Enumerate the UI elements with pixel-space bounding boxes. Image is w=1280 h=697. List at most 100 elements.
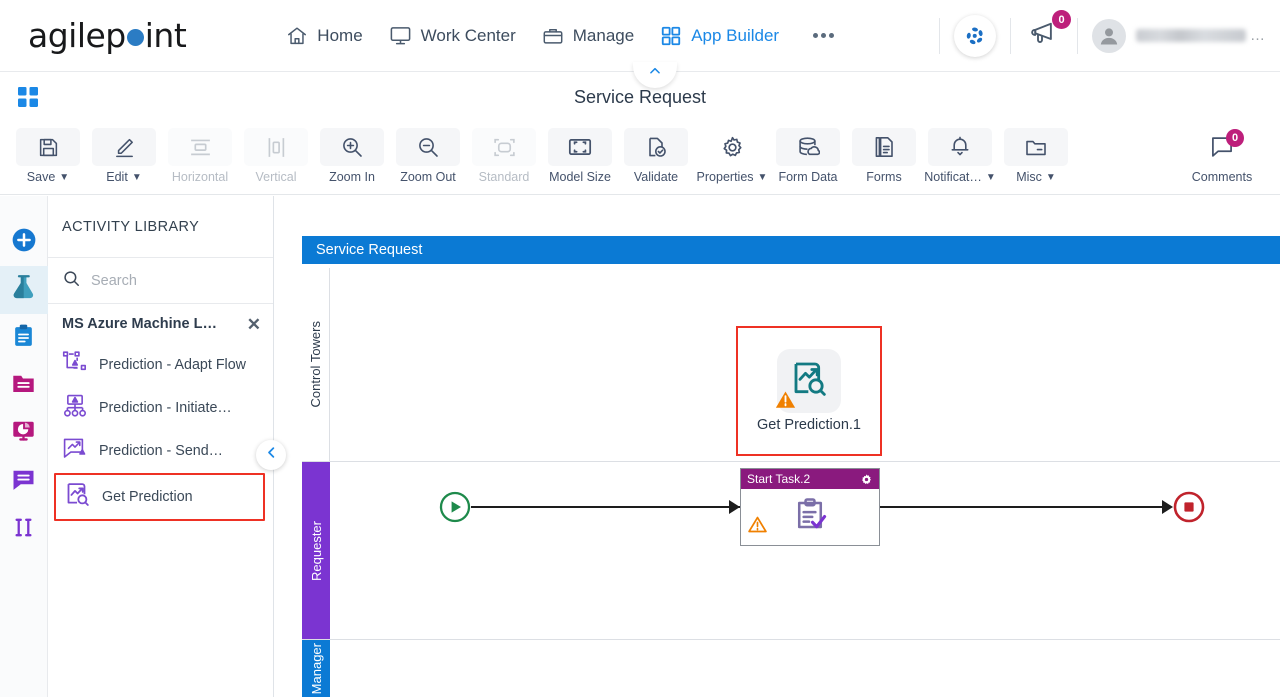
toolbar-label-horizontal: Horizontal	[171, 170, 229, 184]
chevron-up-icon	[646, 64, 664, 83]
toolbar-label-misc: Misc	[1016, 170, 1042, 184]
rail-comments-button[interactable]	[0, 458, 48, 506]
prediction-send-icon	[62, 436, 88, 467]
toolbar-label-standard: Standard	[478, 170, 530, 184]
toolbar-label-forms: Forms	[866, 170, 902, 184]
toolbar-label-validate: Validate	[633, 170, 679, 184]
activity-library-panel: ACTIVITY LIBRARY MS Azure Machine L… ✕	[48, 196, 274, 697]
process-canvas[interactable]: Service Request Control Towers Get Predi…	[274, 196, 1280, 697]
node-body	[741, 489, 879, 545]
logo-text: agilep int	[28, 16, 187, 55]
node-start-event[interactable]	[439, 491, 471, 523]
analytics-icon	[11, 419, 36, 449]
rail-columns-button[interactable]	[0, 506, 48, 554]
toolbar-vertical-button[interactable]: Vertical	[238, 128, 314, 184]
close-icon[interactable]: ✕	[247, 316, 261, 333]
toolbar-notifications-button[interactable]: Notificat… ▼	[922, 128, 998, 184]
nav-item-work-center[interactable]: Work Center	[389, 24, 516, 47]
swimlane-body[interactable]	[330, 640, 1280, 697]
node-end-event[interactable]	[1173, 491, 1205, 523]
model-size-icon	[548, 128, 612, 166]
get-prediction-icon	[64, 481, 91, 513]
search-input[interactable]	[91, 272, 241, 289]
toolbar-comments-button[interactable]: 0 Comments	[1174, 128, 1270, 184]
toolbar-edit-button[interactable]: Edit ▼	[86, 128, 162, 184]
toolbar-standard-button[interactable]: Standard	[466, 128, 542, 184]
panel-title: ACTIVITY LIBRARY	[48, 196, 273, 258]
warning-icon	[748, 515, 767, 539]
activity-label: Prediction - Adapt Flow	[99, 357, 247, 374]
arrowhead-icon	[729, 500, 740, 514]
divider	[1077, 17, 1078, 54]
comment-icon: 0	[1190, 128, 1254, 166]
chevron-down-icon: ▼	[131, 172, 142, 183]
toolbar-form-data-button[interactable]: Form Data	[770, 128, 846, 184]
logo-text-before: agilep	[28, 16, 126, 55]
rail-documents-button[interactable]	[0, 362, 48, 410]
standard-icon	[472, 128, 536, 166]
agilepoint-swirl-icon[interactable]	[954, 14, 996, 57]
search-row	[48, 258, 273, 304]
toolbar-label-properties: Properties	[696, 170, 754, 184]
database-icon	[776, 128, 840, 166]
rail-add-button[interactable]	[0, 218, 48, 266]
activity-item-prediction-adapt-flow[interactable]: Prediction - Adapt Flow	[48, 344, 273, 387]
task-form-icon	[791, 496, 829, 539]
nav-item-app-builder[interactable]: App Builder	[660, 25, 779, 47]
activity-item-prediction-initiate[interactable]: Prediction - Initiate…	[48, 387, 273, 430]
toolbar-forms-button[interactable]: Forms	[846, 128, 922, 184]
rail-activity-library-button[interactable]	[0, 266, 48, 314]
rail-tasks-button[interactable]	[0, 314, 48, 362]
chevron-down-icon: ▼	[59, 172, 70, 183]
nav-item-manage[interactable]: Manage	[542, 25, 634, 47]
node-header: Start Task.2	[741, 469, 879, 489]
comment-icon	[11, 467, 36, 497]
toolbar-misc-button[interactable]: Misc ▼	[998, 128, 1074, 184]
toolbar-save-button[interactable]: Save ▼	[10, 128, 86, 184]
announcement-count-badge: 0	[1052, 10, 1071, 29]
activity-label: Prediction - Initiate…	[99, 400, 232, 417]
toolbar-properties-button[interactable]: Properties ▼	[694, 128, 770, 184]
logo-text-after: int	[144, 16, 187, 55]
swimlane-manager: Manager	[302, 640, 1280, 697]
nav-item-home[interactable]: Home	[286, 25, 363, 47]
search-icon	[62, 269, 81, 293]
toolbar-zoom-out-button[interactable]: Zoom Out	[390, 128, 466, 184]
add-icon	[11, 227, 37, 258]
activity-group-name: MS Azure Machine L…	[62, 316, 217, 332]
swimlane-body[interactable]: Get Prediction.1	[330, 268, 1280, 461]
activity-item-get-prediction[interactable]: Get Prediction	[54, 473, 265, 521]
swimlane-label-manager: Manager	[302, 640, 330, 697]
dot-1-icon	[813, 33, 819, 38]
rail-analytics-button[interactable]	[0, 410, 48, 458]
agilepoint-logo[interactable]: agilep int	[28, 16, 187, 55]
avatar[interactable]	[1092, 18, 1126, 53]
gear-icon[interactable]	[860, 473, 873, 486]
panel-collapse-button[interactable]	[256, 440, 286, 470]
left-icon-rail	[0, 196, 48, 697]
swimlane-body[interactable]: Start Task.2	[330, 462, 1280, 639]
clipboard-icon	[11, 323, 36, 353]
user-name-label	[1136, 29, 1246, 42]
toolbar-label-form-data: Form Data	[778, 170, 838, 184]
announcements-button[interactable]: 0	[1025, 10, 1071, 57]
activity-item-prediction-send[interactable]: Prediction - Send…	[48, 430, 273, 473]
node-label-get-prediction-1: Get Prediction.1	[757, 417, 861, 433]
more-menu-button[interactable]	[813, 33, 835, 38]
arrowhead-icon	[1162, 500, 1173, 514]
toolbar-model-size-button[interactable]: Model Size	[542, 128, 618, 184]
toolbar-label-comments: Comments	[1191, 170, 1253, 184]
flask-icon	[10, 274, 37, 306]
toolbar-validate-button[interactable]: Validate	[618, 128, 694, 184]
toolbar-label-zoom-out: Zoom Out	[400, 170, 456, 184]
node-get-prediction-1[interactable]: Get Prediction.1	[736, 326, 882, 456]
divider	[939, 17, 940, 54]
node-start-task-2[interactable]: Start Task.2	[740, 468, 880, 546]
toolbar-zoom-in-button[interactable]: Zoom In	[314, 128, 390, 184]
toolbar-horizontal-button[interactable]: Horizontal	[162, 128, 238, 184]
user-menu-ellipsis[interactable]: …	[1250, 27, 1266, 44]
forms-icon	[852, 128, 916, 166]
bell-icon	[928, 128, 992, 166]
swimlane-label-requester: Requester	[302, 462, 330, 639]
app-root: agilep int Home Work Center Manage App B…	[0, 0, 1280, 697]
